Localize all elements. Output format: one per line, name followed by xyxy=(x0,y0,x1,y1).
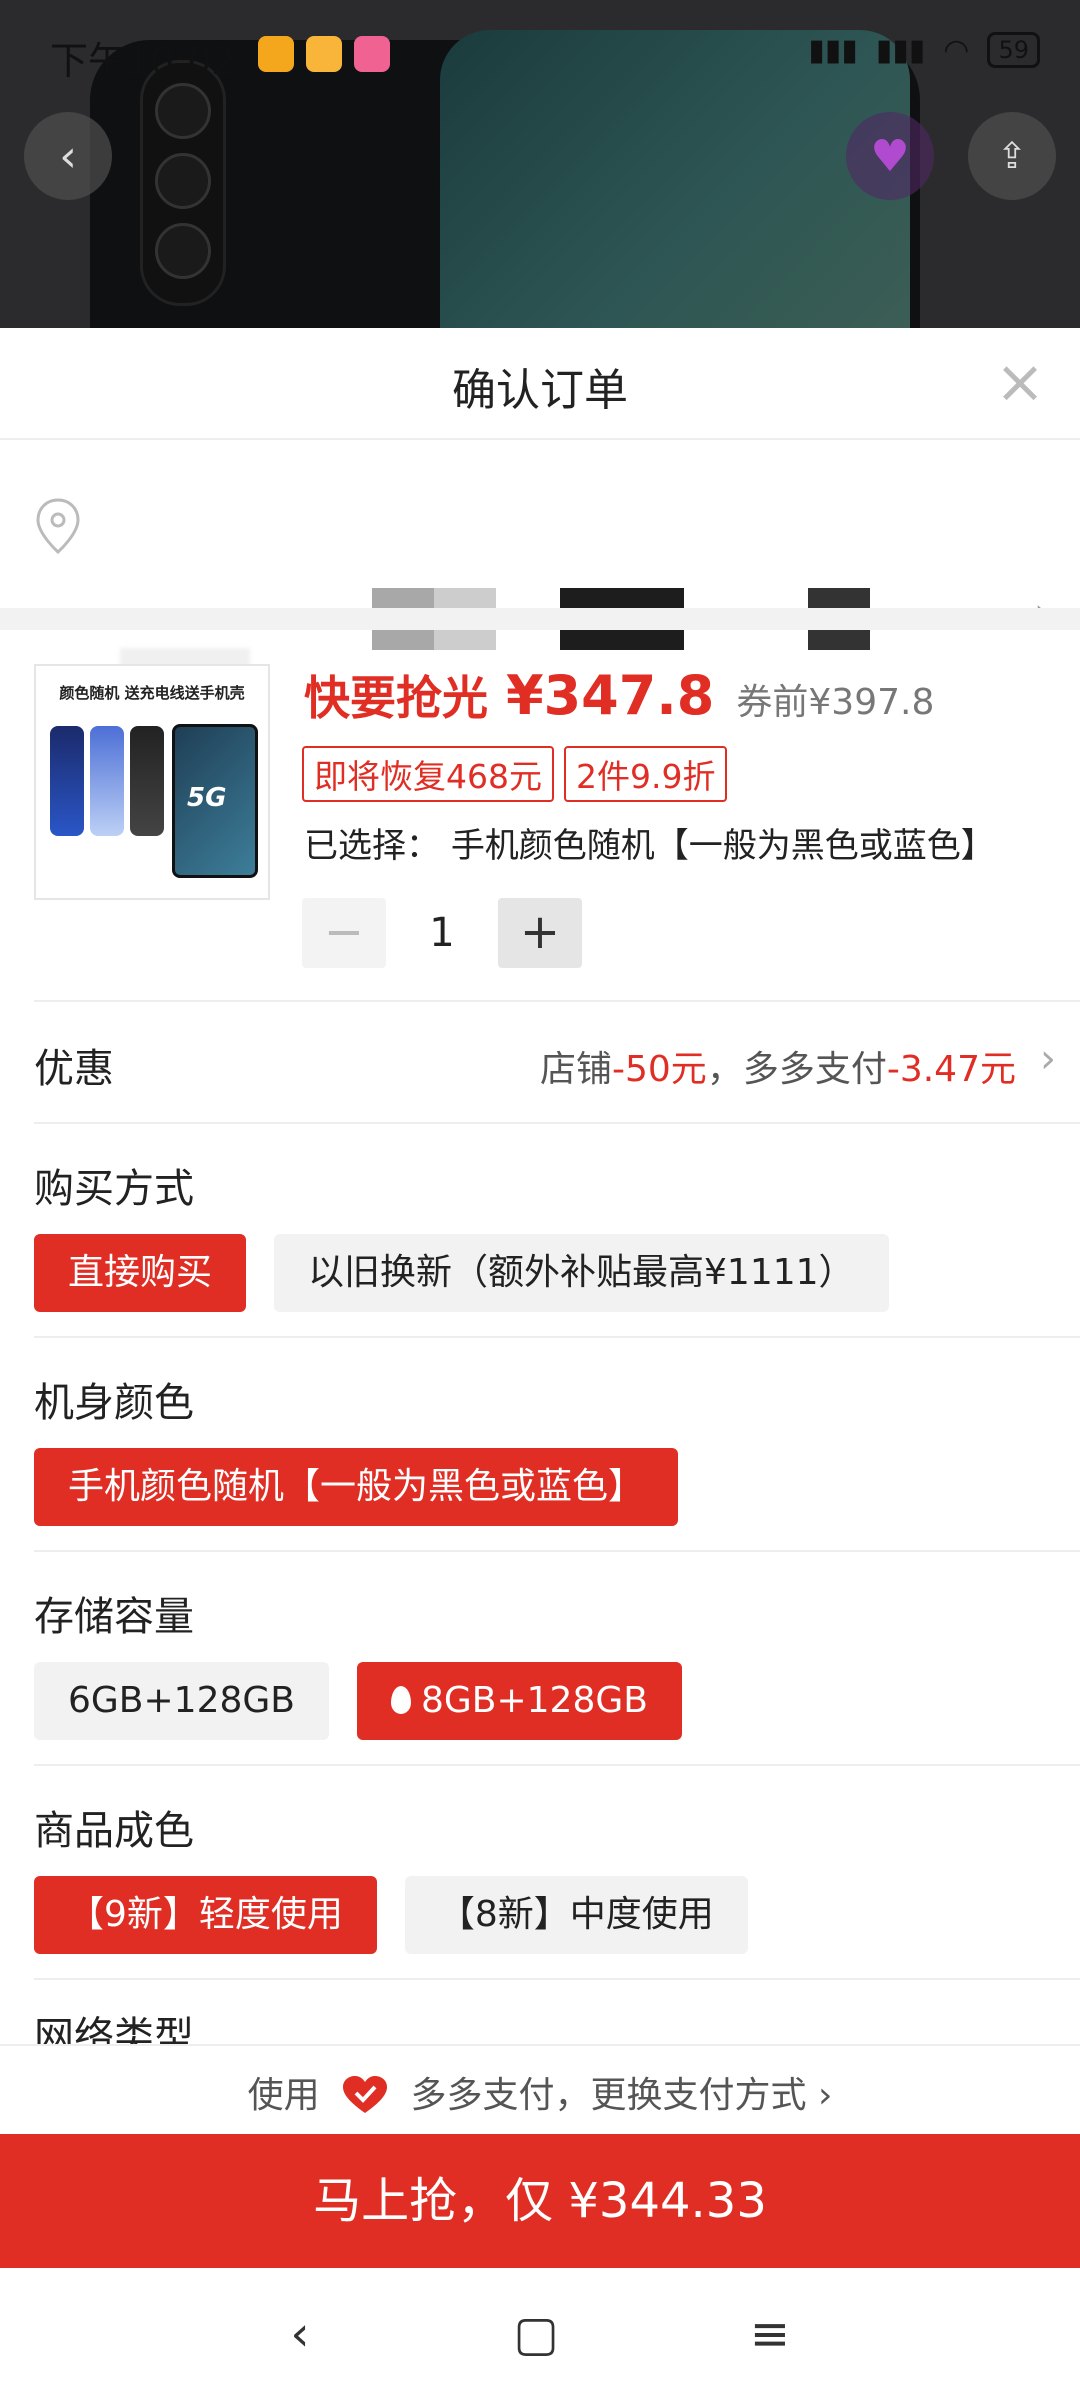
price-before-coupon: 券前¥397.8 xyxy=(736,682,935,723)
price: ¥347.8 xyxy=(506,664,715,727)
promo-badges: 即将恢复468元 2件9.9折 xyxy=(302,746,728,802)
sheet-title: 确认订单 xyxy=(452,365,628,416)
selected-spec-value: 手机颜色随机【一般为黑色或蓝色】 xyxy=(450,826,995,866)
favorite-button[interactable]: ♥ xyxy=(846,112,934,200)
selected-spec: 已选择： 手机颜色随机【一般为黑色或蓝色】 xyxy=(304,818,1034,867)
section-title: 商品成色 xyxy=(34,1808,194,1854)
option-label: 8GB+128GB xyxy=(420,1680,648,1721)
option-9-new[interactable]: 【9新】轻度使用 xyxy=(34,1876,377,1954)
option-6gb-128gb[interactable]: 6GB+128GB xyxy=(34,1662,329,1740)
promo-badge: 即将恢复468元 xyxy=(302,746,554,802)
storage-options: 6GB+128GB 8GB+128GB xyxy=(34,1662,682,1740)
share-icon: ⇪ xyxy=(996,135,1028,177)
increase-quantity-button[interactable]: + xyxy=(498,898,582,968)
discount-separator: ， xyxy=(706,1049,743,1090)
nav-back-icon[interactable]: ‹ xyxy=(270,2304,330,2364)
shopping-app-icon xyxy=(354,36,390,72)
discount-value: 店铺-50元，多多支付-3.47元 xyxy=(540,1040,1016,1092)
wifi-icon: ◠ xyxy=(943,32,970,68)
section-title: 存储容量 xyxy=(34,1594,194,1640)
body-color-section: 机身颜色 手机颜色随机【一般为黑色或蓝色】 xyxy=(0,1336,1080,1550)
quantity-value[interactable]: 1 xyxy=(386,910,498,956)
condition-section: 商品成色 【9新】轻度使用 【8新】中度使用 xyxy=(0,1764,1080,1978)
signal-icon: ▮▮▮ xyxy=(808,32,858,68)
phone-image xyxy=(130,726,164,836)
quantity-stepper: − 1 + xyxy=(302,898,582,968)
network-type-section: 网络类型 xyxy=(0,1978,1080,2044)
section-title: 购买方式 xyxy=(34,1166,194,1212)
pay-discount-value: -3.47元 xyxy=(886,1049,1016,1090)
option-8-new[interactable]: 【8新】中度使用 xyxy=(404,1876,748,1954)
option-random-color[interactable]: 手机颜色随机【一般为黑色或蓝色】 xyxy=(34,1448,679,1526)
product-thumbnail: 颜色随机 送充电线送手机壳 5G xyxy=(34,664,270,900)
nav-home-icon[interactable]: ▢ xyxy=(506,2304,566,2364)
section-divider xyxy=(0,608,1080,630)
body-color-options: 手机颜色随机【一般为黑色或蓝色】 xyxy=(34,1448,679,1526)
status-indicators: ▮▮▮ ▮▮▮ ◠ 59 xyxy=(808,32,1040,68)
thumbnail-caption: 颜色随机 送充电线送手机壳 xyxy=(59,684,245,702)
discount-label: 优惠 xyxy=(34,1046,114,1092)
signal-icon: ▮▮▮ xyxy=(875,32,926,68)
battery-icon: 59 xyxy=(987,32,1040,68)
app-notification-icon xyxy=(258,36,294,72)
location-pin-icon xyxy=(36,498,80,554)
store-discount-label: 店铺 xyxy=(539,1049,612,1090)
duoduo-pay-heart-icon xyxy=(343,2076,388,2113)
purchase-method-options: 直接购买 以旧换新（额外补贴最高¥1111） xyxy=(34,1234,889,1312)
payment-suffix: 多多支付，更换支付方式 › xyxy=(410,2075,833,2116)
heart-icon: ♥ xyxy=(870,130,910,182)
selected-spec-label: 已选择： xyxy=(304,826,440,866)
option-trade-in[interactable]: 以旧换新（额外补贴最高¥1111） xyxy=(274,1234,889,1312)
pay-discount-label: 多多支付 xyxy=(742,1049,887,1090)
section-title: 网络类型 xyxy=(34,2014,194,2044)
phone-image: 5G xyxy=(172,724,258,878)
flame-icon xyxy=(390,1686,411,1714)
payment-method-bar[interactable]: 使用 多多支付，更换支付方式 › xyxy=(0,2044,1080,2136)
price-row: 快要抢光 ¥347.8 券前¥397.8 xyxy=(304,662,934,728)
status-bar: 下午10:02 ▮▮▮ ▮▮▮ ◠ 59 xyxy=(0,0,1080,110)
share-button[interactable]: ⇪ xyxy=(968,112,1056,200)
phone-image xyxy=(50,726,84,836)
phone-image xyxy=(90,726,124,836)
buy-now-button[interactable]: 马上抢，仅 ¥344.33 xyxy=(0,2134,1080,2268)
section-title: 机身颜色 xyxy=(34,1380,194,1426)
discount-row[interactable]: 优惠 店铺-50元，多多支付-3.47元 › xyxy=(0,1000,1080,1122)
nav-menu-icon[interactable]: ≡ xyxy=(740,2304,800,2364)
purchase-method-section: 购买方式 直接购买 以旧换新（额外补贴最高¥1111） xyxy=(0,1122,1080,1336)
close-icon: × xyxy=(994,347,1046,417)
chevron-right-icon: › xyxy=(1040,1036,1056,1082)
option-direct-buy[interactable]: 直接购买 xyxy=(34,1234,247,1312)
status-time: 下午10:02 xyxy=(50,39,236,83)
promo-badge: 2件9.9折 xyxy=(564,746,728,802)
camera-lens xyxy=(155,153,211,209)
store-discount-value: -50元 xyxy=(612,1049,707,1090)
payment-method-text: 使用 多多支付，更换支付方式 › xyxy=(0,2066,1080,2118)
product-summary: 颜色随机 送充电线送手机壳 5G 快要抢光 ¥347.8 券前¥397.8 即将… xyxy=(0,630,1080,1000)
option-8gb-128gb[interactable]: 8GB+128GB xyxy=(356,1662,682,1740)
thumbnail-5g-badge: 5G xyxy=(187,783,227,813)
payment-prefix: 使用 xyxy=(247,2075,320,2116)
sheet-header: 确认订单 × xyxy=(0,328,1080,440)
condition-options: 【9新】轻度使用 【8新】中度使用 xyxy=(34,1876,748,1954)
back-button[interactable]: ‹ xyxy=(24,112,112,200)
system-nav-bar: ‹ ▢ ≡ xyxy=(0,2268,1080,2400)
address-selector[interactable]: › xyxy=(0,440,1080,708)
price-urgency-tag: 快要抢光 xyxy=(304,671,488,725)
decrease-quantity-button[interactable]: − xyxy=(302,898,386,968)
storage-section: 存储容量 6GB+128GB 8GB+128GB xyxy=(0,1550,1080,1764)
chat-app-icon xyxy=(306,36,342,72)
camera-lens xyxy=(155,223,211,279)
product-background-image: 下午10:02 ▮▮▮ ▮▮▮ ◠ 59 ‹ ♥ ⇪ xyxy=(0,0,1080,330)
close-button[interactable]: × xyxy=(990,352,1050,412)
chevron-left-icon: ‹ xyxy=(59,130,77,182)
